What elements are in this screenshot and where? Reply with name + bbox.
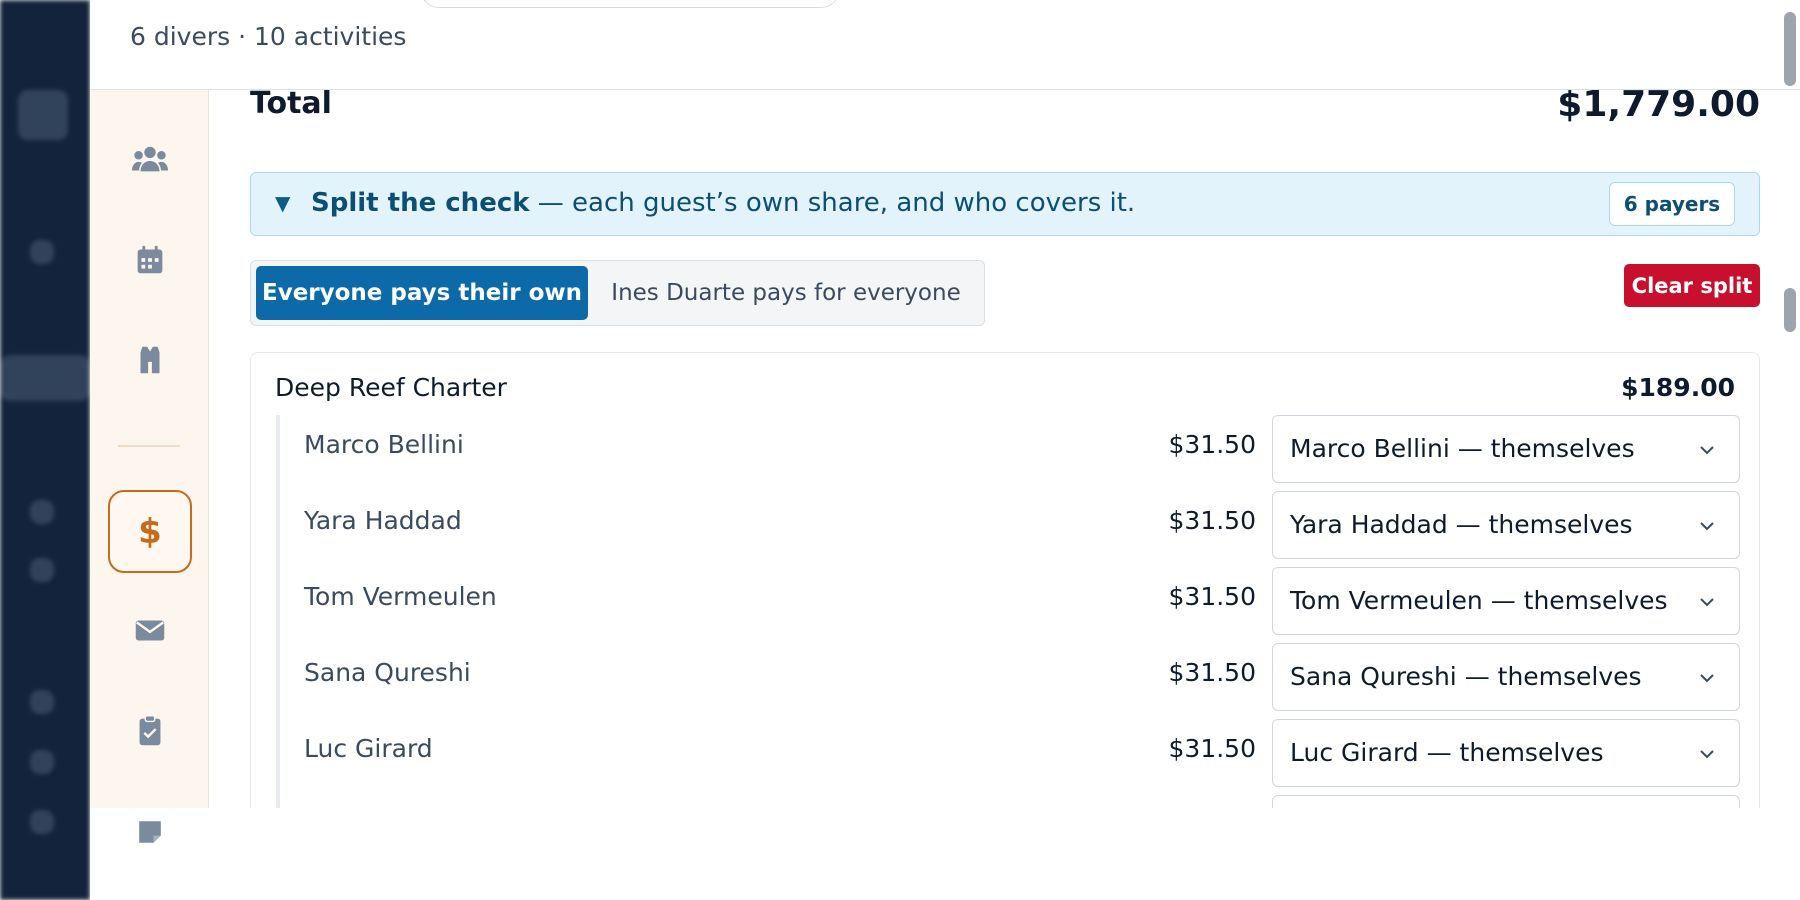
content-scrollbar[interactable] [1784, 288, 1796, 332]
chevron-down-icon [1700, 522, 1714, 531]
payer-select-value: Sana Qureshi — themselves [1290, 662, 1642, 691]
payer-select[interactable]: Marco Bellini — themselves [1272, 415, 1740, 483]
billing-tab[interactable]: $ [108, 490, 192, 573]
billing-panel: 6 divers · 10 activities $ Total $1,779.… [90, 0, 1800, 900]
chevron-down-icon [1700, 674, 1714, 683]
dollar-icon: $ [138, 511, 162, 552]
note-icon[interactable] [126, 808, 174, 856]
guest-share-amount: $31.50 [1168, 582, 1256, 611]
envelope-icon[interactable] [126, 606, 174, 654]
total-label: Total [250, 90, 332, 121]
billing-content: Total $1,779.00 ▼ Split the check — each… [250, 90, 1760, 808]
activity-card: Deep Reef Charter $189.00 Marco Bellini … [250, 352, 1760, 808]
chevron-down-icon [1700, 750, 1714, 759]
payer-select-value: Yara Haddad — themselves [1290, 510, 1633, 539]
payer-select[interactable]: Yara Haddad — themselves [1272, 491, 1740, 559]
caret-down-icon: ▼ [275, 191, 291, 215]
booking-summary: 6 divers · 10 activities [130, 22, 407, 51]
activity-total: $189.00 [1621, 373, 1735, 402]
total-amount: $1,779.00 [1557, 90, 1760, 125]
split-check-toggle[interactable]: ▼ Split the check — each guest’s own sha… [250, 172, 1760, 236]
mode-one-payer-button[interactable]: Ines Duarte pays for everyone [591, 266, 981, 320]
guest-share-list: Marco Bellini $31.50 Marco Bellini — the… [276, 415, 1740, 808]
header-pill [420, 0, 840, 8]
guest-share-amount: $31.50 [1168, 430, 1256, 459]
guest-row: Sana Qureshi $31.50 Sana Qureshi — thems… [280, 643, 1740, 711]
clear-split-button[interactable]: Clear split [1624, 264, 1760, 307]
guest-name: Luc Girard [304, 734, 433, 763]
payer-select-value: Marco Bellini — themselves [1290, 434, 1635, 463]
guest-name: Tom Vermeulen [304, 582, 497, 611]
guest-share-amount: $31.50 [1168, 734, 1256, 763]
payers-count-badge: 6 payers [1609, 182, 1735, 226]
mode-everyone-own-button[interactable]: Everyone pays their own [256, 266, 588, 320]
split-check-heading: Split the check [311, 188, 530, 218]
guest-share-amount: $31.50 [1168, 506, 1256, 535]
guest-name: Yara Haddad [304, 506, 462, 535]
payer-select[interactable] [1272, 795, 1740, 808]
guest-row: Marco Bellini $31.50 Marco Bellini — the… [280, 415, 1740, 483]
background-app [0, 0, 90, 900]
clipboard-check-icon[interactable] [126, 706, 174, 754]
payer-select-value: Luc Girard — themselves [1290, 738, 1604, 767]
split-check-description: — each guest’s own share, and who covers… [529, 188, 1136, 218]
guest-name: Marco Bellini [304, 430, 464, 459]
guest-row: Tom Vermeulen $31.50 Tom Vermeulen — the… [280, 567, 1740, 635]
section-rail: $ [90, 90, 209, 808]
guest-row: Yara Haddad $31.50 Yara Haddad — themsel… [280, 491, 1740, 559]
payer-select[interactable]: Luc Girard — themselves [1272, 719, 1740, 787]
split-mode-selector: Everyone pays their own Ines Duarte pays… [250, 260, 985, 326]
payer-select[interactable]: Tom Vermeulen — themselves [1272, 567, 1740, 635]
total-row: Total $1,779.00 [250, 90, 1760, 125]
guest-row: Luc Girard $31.50 Luc Girard — themselve… [280, 719, 1740, 787]
payer-select-value: Tom Vermeulen — themselves [1290, 586, 1668, 615]
panel-header: 6 divers · 10 activities [90, 0, 1800, 90]
users-icon[interactable] [126, 136, 174, 184]
chevron-down-icon [1700, 446, 1714, 455]
guest-share-amount: $31.50 [1168, 658, 1256, 687]
chevron-down-icon [1700, 598, 1714, 607]
guest-name: Sana Qureshi [304, 658, 471, 687]
panel-scrollbar[interactable] [1784, 12, 1796, 86]
wetsuit-icon[interactable] [126, 336, 174, 384]
payer-select[interactable]: Sana Qureshi — themselves [1272, 643, 1740, 711]
rail-divider [118, 445, 180, 447]
activity-name: Deep Reef Charter [275, 373, 507, 402]
calendar-icon[interactable] [126, 236, 174, 284]
guest-row [280, 795, 1740, 808]
split-check-title: Split the check — each guest’s own share… [311, 188, 1135, 218]
